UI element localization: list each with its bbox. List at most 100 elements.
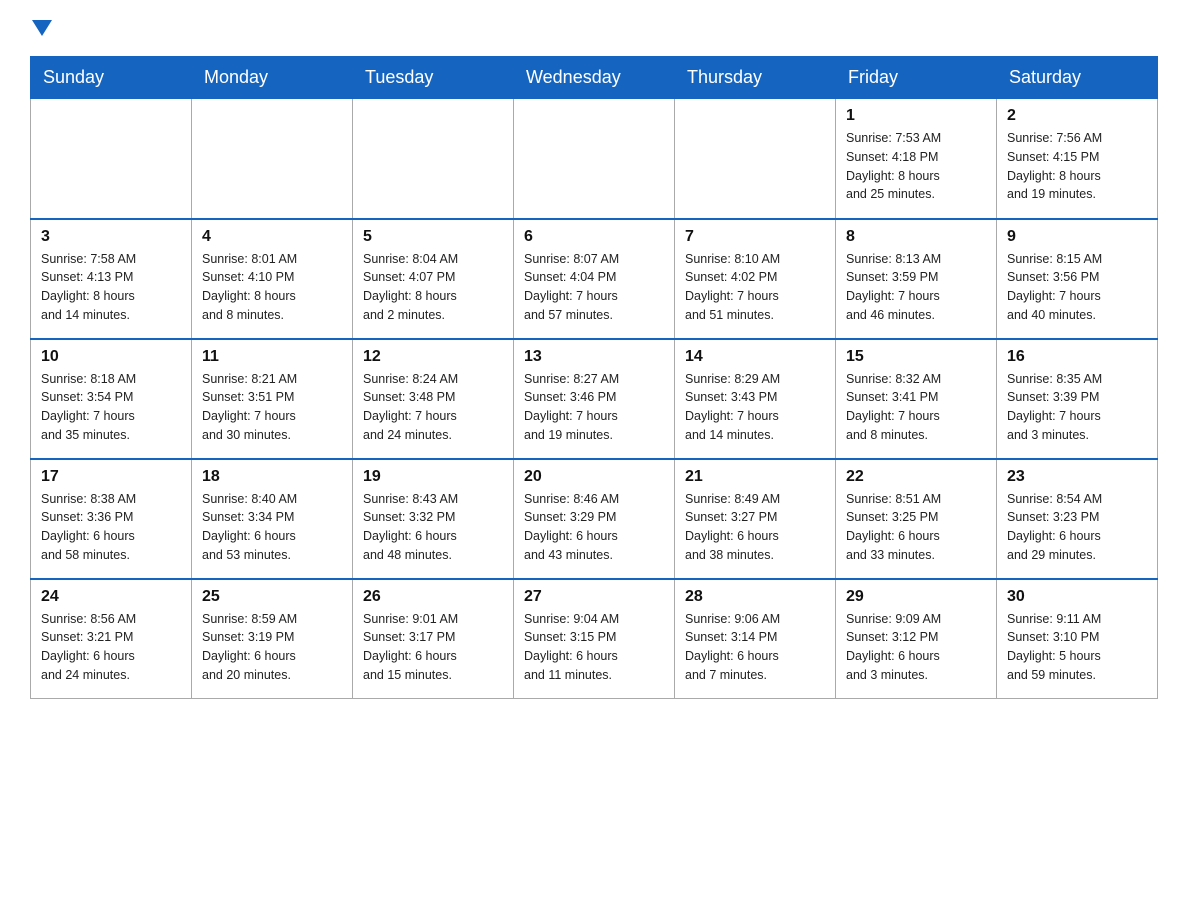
calendar-cell-w3-d5: 14 Sunrise: 8:29 AMSunset: 3:43 PMDayligh… xyxy=(675,339,836,459)
day-number: 12 xyxy=(363,348,503,366)
day-info: Sunrise: 8:38 AMSunset: 3:36 PMDaylight:… xyxy=(41,490,181,565)
weekday-header-row: Sunday Monday Tuesday Wednesday Thursday… xyxy=(31,57,1158,99)
calendar-week-1: 1 Sunrise: 7:53 AMSunset: 4:18 PMDaylight… xyxy=(31,99,1158,219)
header-tuesday: Tuesday xyxy=(353,57,514,99)
header-friday: Friday xyxy=(836,57,997,99)
day-info: Sunrise: 8:18 AMSunset: 3:54 PMDaylight:… xyxy=(41,370,181,445)
day-number: 2 xyxy=(1007,107,1147,125)
day-info: Sunrise: 8:46 AMSunset: 3:29 PMDaylight:… xyxy=(524,490,664,565)
day-info: Sunrise: 8:49 AMSunset: 3:27 PMDaylight:… xyxy=(685,490,825,565)
day-info: Sunrise: 9:01 AMSunset: 3:17 PMDaylight:… xyxy=(363,610,503,685)
day-info: Sunrise: 8:04 AMSunset: 4:07 PMDaylight:… xyxy=(363,250,503,325)
day-info: Sunrise: 9:09 AMSunset: 3:12 PMDaylight:… xyxy=(846,610,986,685)
day-number: 6 xyxy=(524,228,664,246)
header-thursday: Thursday xyxy=(675,57,836,99)
day-info: Sunrise: 8:15 AMSunset: 3:56 PMDaylight:… xyxy=(1007,250,1147,325)
day-info: Sunrise: 8:56 AMSunset: 3:21 PMDaylight:… xyxy=(41,610,181,685)
calendar-cell-w2-d4: 6Sunrise: 8:07 AMSunset: 4:04 PMDaylight… xyxy=(514,219,675,339)
day-info: Sunrise: 7:56 AMSunset: 4:15 PMDaylight:… xyxy=(1007,129,1147,204)
calendar-cell-w1-d6: 1 Sunrise: 7:53 AMSunset: 4:18 PMDaylight… xyxy=(836,99,997,219)
header-sunday: Sunday xyxy=(31,57,192,99)
calendar-cell-w3-d6: 15 Sunrise: 8:32 AMSunset: 3:41 PMDayligh… xyxy=(836,339,997,459)
day-info: Sunrise: 8:43 AMSunset: 3:32 PMDaylight:… xyxy=(363,490,503,565)
day-number: 5 xyxy=(363,228,503,246)
calendar-cell-w5-d7: 30 Sunrise: 9:11 AMSunset: 3:10 PMDayligh… xyxy=(997,579,1158,699)
calendar-cell-w3-d7: 16Sunrise: 8:35 AMSunset: 3:39 PMDayligh… xyxy=(997,339,1158,459)
day-number: 3 xyxy=(41,228,181,246)
calendar-table: Sunday Monday Tuesday Wednesday Thursday… xyxy=(30,56,1158,699)
day-info: Sunrise: 8:51 AMSunset: 3:25 PMDaylight:… xyxy=(846,490,986,565)
day-number: 22 xyxy=(846,468,986,486)
day-info: Sunrise: 8:59 AMSunset: 3:19 PMDaylight:… xyxy=(202,610,342,685)
calendar-cell-w5-d5: 28 Sunrise: 9:06 AMSunset: 3:14 PMDayligh… xyxy=(675,579,836,699)
day-number: 8 xyxy=(846,228,986,246)
calendar-week-2: 3 Sunrise: 7:58 AMSunset: 4:13 PMDaylight… xyxy=(31,219,1158,339)
day-number: 15 xyxy=(846,348,986,366)
day-number: 29 xyxy=(846,588,986,606)
calendar-cell-w2-d1: 3 Sunrise: 7:58 AMSunset: 4:13 PMDaylight… xyxy=(31,219,192,339)
header-saturday: Saturday xyxy=(997,57,1158,99)
day-number: 10 xyxy=(41,348,181,366)
calendar-week-3: 10 Sunrise: 8:18 AMSunset: 3:54 PMDayligh… xyxy=(31,339,1158,459)
day-number: 17 xyxy=(41,468,181,486)
day-number: 14 xyxy=(685,348,825,366)
day-number: 1 xyxy=(846,107,986,125)
day-info: Sunrise: 7:58 AMSunset: 4:13 PMDaylight:… xyxy=(41,250,181,325)
day-info: Sunrise: 8:10 AMSunset: 4:02 PMDaylight:… xyxy=(685,250,825,325)
day-info: Sunrise: 8:35 AMSunset: 3:39 PMDaylight:… xyxy=(1007,370,1147,445)
day-info: Sunrise: 8:29 AMSunset: 3:43 PMDaylight:… xyxy=(685,370,825,445)
calendar-cell-w1-d4 xyxy=(514,99,675,219)
calendar-cell-w4-d3: 19Sunrise: 8:43 AMSunset: 3:32 PMDayligh… xyxy=(353,459,514,579)
day-info: Sunrise: 9:11 AMSunset: 3:10 PMDaylight:… xyxy=(1007,610,1147,685)
calendar-cell-w4-d7: 23 Sunrise: 8:54 AMSunset: 3:23 PMDayligh… xyxy=(997,459,1158,579)
calendar-cell-w1-d5 xyxy=(675,99,836,219)
calendar-cell-w4-d4: 20 Sunrise: 8:46 AMSunset: 3:29 PMDayligh… xyxy=(514,459,675,579)
logo-triangle-icon xyxy=(32,20,52,36)
calendar-week-4: 17 Sunrise: 8:38 AMSunset: 3:36 PMDayligh… xyxy=(31,459,1158,579)
calendar-cell-w5-d3: 26 Sunrise: 9:01 AMSunset: 3:17 PMDayligh… xyxy=(353,579,514,699)
calendar-cell-w2-d5: 7 Sunrise: 8:10 AMSunset: 4:02 PMDaylight… xyxy=(675,219,836,339)
calendar-cell-w2-d3: 5 Sunrise: 8:04 AMSunset: 4:07 PMDaylight… xyxy=(353,219,514,339)
day-info: Sunrise: 8:13 AMSunset: 3:59 PMDaylight:… xyxy=(846,250,986,325)
day-info: Sunrise: 8:27 AMSunset: 3:46 PMDaylight:… xyxy=(524,370,664,445)
day-info: Sunrise: 9:06 AMSunset: 3:14 PMDaylight:… xyxy=(685,610,825,685)
calendar-cell-w3-d4: 13 Sunrise: 8:27 AMSunset: 3:46 PMDayligh… xyxy=(514,339,675,459)
day-number: 23 xyxy=(1007,468,1147,486)
calendar-cell-w1-d7: 2 Sunrise: 7:56 AMSunset: 4:15 PMDaylight… xyxy=(997,99,1158,219)
day-number: 28 xyxy=(685,588,825,606)
day-info: Sunrise: 8:21 AMSunset: 3:51 PMDaylight:… xyxy=(202,370,342,445)
day-number: 13 xyxy=(524,348,664,366)
day-number: 24 xyxy=(41,588,181,606)
day-number: 4 xyxy=(202,228,342,246)
calendar-cell-w1-d2 xyxy=(192,99,353,219)
day-info: Sunrise: 8:01 AMSunset: 4:10 PMDaylight:… xyxy=(202,250,342,325)
calendar-cell-w4-d1: 17 Sunrise: 8:38 AMSunset: 3:36 PMDayligh… xyxy=(31,459,192,579)
calendar-cell-w5-d1: 24 Sunrise: 8:56 AMSunset: 3:21 PMDayligh… xyxy=(31,579,192,699)
day-info: Sunrise: 8:32 AMSunset: 3:41 PMDaylight:… xyxy=(846,370,986,445)
day-number: 7 xyxy=(685,228,825,246)
day-info: Sunrise: 8:54 AMSunset: 3:23 PMDaylight:… xyxy=(1007,490,1147,565)
calendar-cell-w2-d6: 8 Sunrise: 8:13 AMSunset: 3:59 PMDaylight… xyxy=(836,219,997,339)
day-info: Sunrise: 7:53 AMSunset: 4:18 PMDaylight:… xyxy=(846,129,986,204)
calendar-cell-w1-d3 xyxy=(353,99,514,219)
day-number: 11 xyxy=(202,348,342,366)
calendar-cell-w4-d5: 21Sunrise: 8:49 AMSunset: 3:27 PMDayligh… xyxy=(675,459,836,579)
calendar-cell-w3-d2: 11 Sunrise: 8:21 AMSunset: 3:51 PMDayligh… xyxy=(192,339,353,459)
day-number: 20 xyxy=(524,468,664,486)
day-number: 26 xyxy=(363,588,503,606)
day-number: 30 xyxy=(1007,588,1147,606)
header-wednesday: Wednesday xyxy=(514,57,675,99)
calendar-cell-w5-d4: 27Sunrise: 9:04 AMSunset: 3:15 PMDayligh… xyxy=(514,579,675,699)
calendar-cell-w5-d6: 29 Sunrise: 9:09 AMSunset: 3:12 PMDayligh… xyxy=(836,579,997,699)
day-number: 18 xyxy=(202,468,342,486)
calendar-cell-w3-d3: 12 Sunrise: 8:24 AMSunset: 3:48 PMDayligh… xyxy=(353,339,514,459)
header-monday: Monday xyxy=(192,57,353,99)
calendar-week-5: 24 Sunrise: 8:56 AMSunset: 3:21 PMDayligh… xyxy=(31,579,1158,699)
logo xyxy=(30,20,54,36)
calendar-cell-w5-d2: 25Sunrise: 8:59 AMSunset: 3:19 PMDayligh… xyxy=(192,579,353,699)
page-header xyxy=(30,20,1158,36)
calendar-cell-w2-d7: 9Sunrise: 8:15 AMSunset: 3:56 PMDaylight… xyxy=(997,219,1158,339)
day-number: 27 xyxy=(524,588,664,606)
day-info: Sunrise: 8:24 AMSunset: 3:48 PMDaylight:… xyxy=(363,370,503,445)
calendar-cell-w1-d1 xyxy=(31,99,192,219)
